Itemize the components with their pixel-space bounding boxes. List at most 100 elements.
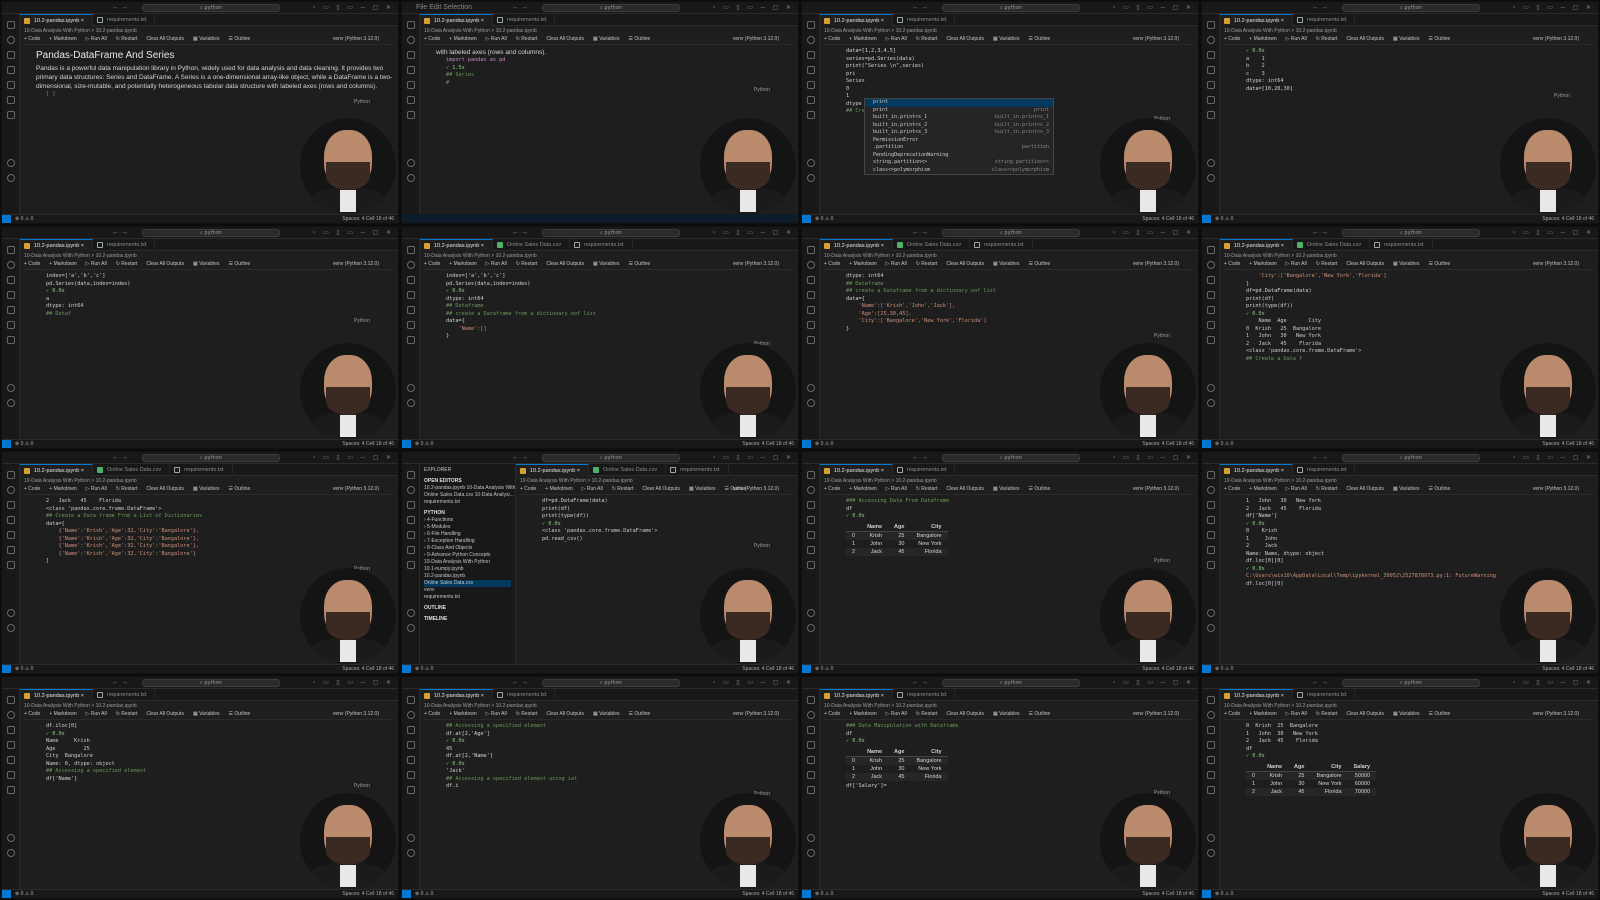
extensions-icon[interactable] [1206, 756, 1215, 764]
status-right[interactable]: Spaces: 4 Cell 18 of 46 [1542, 665, 1594, 673]
add-markdown-cell-button[interactable]: + Markdown [449, 36, 476, 42]
run-all-button[interactable]: ▷ Run All [486, 261, 507, 267]
explorer-icon[interactable] [406, 246, 415, 254]
add-code-cell-button[interactable]: + Code [824, 261, 840, 267]
run-all-button[interactable]: ▷ Run All [86, 711, 107, 717]
tab-requirements[interactable]: requirements.txt [570, 239, 633, 251]
explorer-icon[interactable] [806, 21, 815, 29]
run-debug-icon[interactable] [806, 741, 815, 749]
run-all-button[interactable]: ▷ Run All [486, 36, 507, 42]
code-line[interactable]: df['Salary']= [824, 783, 1194, 791]
variables-button[interactable]: ▦ Variables [593, 261, 620, 267]
settings-gear-icon[interactable] [1206, 174, 1215, 182]
cell-language-label[interactable]: Python [824, 333, 1194, 341]
run-debug-icon[interactable] [6, 741, 15, 749]
run-debug-icon[interactable] [806, 66, 815, 74]
source-control-icon[interactable] [6, 726, 15, 734]
tab-csv[interactable]: Online Sales Data.csv [93, 464, 171, 476]
nav-arrows[interactable]: ← → [1312, 229, 1328, 236]
add-markdown-cell-button[interactable]: + Markdown [1249, 261, 1276, 267]
code-line[interactable]: } [424, 333, 794, 341]
run-all-button[interactable]: ▷ Run All [1286, 261, 1307, 267]
tab-notebook[interactable]: 10.2-pandas.ipynb × [20, 14, 93, 26]
variables-button[interactable]: ▦ Variables [993, 36, 1020, 42]
nav-arrows[interactable]: ← → [512, 229, 528, 236]
command-search-input[interactable]: ⌕ python [1342, 4, 1480, 12]
status-right[interactable]: Spaces: 4 Cell 18 of 46 [742, 665, 794, 673]
code-line[interactable]: index=['a','b','c'] [24, 273, 394, 281]
extensions-icon[interactable] [6, 756, 15, 764]
add-markdown-cell-button[interactable]: + Markdown [1249, 711, 1276, 717]
tab-requirements[interactable]: requirements.txt [93, 689, 156, 701]
restart-kernel-button[interactable]: ↻ Restart [916, 711, 938, 717]
suggestion-item[interactable]: print print [865, 107, 1053, 115]
run-debug-icon[interactable] [1206, 66, 1215, 74]
source-control-icon[interactable] [806, 51, 815, 59]
run-all-button[interactable]: ▷ Run All [886, 261, 907, 267]
extensions-icon[interactable] [6, 81, 15, 89]
command-search-input[interactable]: ⌕ python [942, 454, 1080, 462]
clear-outputs-button[interactable]: Clear All Outputs [546, 261, 584, 267]
outline-button[interactable]: ☰ Outline [1029, 486, 1051, 492]
command-search-input[interactable]: ⌕ python [942, 229, 1080, 237]
remote-indicator[interactable] [802, 215, 811, 223]
explorer-icon[interactable] [806, 696, 815, 704]
file-tree-item[interactable]: › 8-Class And Objects [424, 545, 511, 552]
settings-gear-icon[interactable] [1206, 849, 1215, 857]
testing-icon[interactable] [806, 336, 815, 344]
run-all-button[interactable]: ▷ Run All [86, 36, 107, 42]
variables-button[interactable]: ▦ Variables [193, 486, 220, 492]
code-line[interactable]: df [1224, 746, 1594, 754]
remote-indicator[interactable] [1202, 665, 1211, 673]
file-tree-item[interactable]: 10.2-pandas.ipynb 10-Data Analysis With … [424, 485, 515, 492]
restart-kernel-button[interactable]: ↻ Restart [116, 261, 138, 267]
breadcrumb[interactable]: 10-Data Analysis With Python > 10.2-pand… [1224, 253, 1337, 259]
remote-icon[interactable] [806, 771, 815, 779]
tab-requirements[interactable]: requirements.txt [970, 239, 1033, 251]
variables-button[interactable]: ▦ Variables [593, 711, 620, 717]
extensions-icon[interactable] [806, 306, 815, 314]
tab-notebook[interactable]: 10.2-pandas.ipynb × [820, 14, 893, 26]
extensions-icon[interactable] [1206, 531, 1215, 539]
run-all-button[interactable]: ▷ Run All [86, 486, 107, 492]
clear-outputs-button[interactable]: Clear All Outputs [1346, 486, 1384, 492]
outline-button[interactable]: ☰ Outline [1029, 36, 1051, 42]
tab-csv[interactable]: Online Sales Data.csv [493, 239, 571, 251]
window-controls[interactable]: ▫ ▭ ▯ ▭ ─ ▢ ✕ [313, 4, 394, 11]
suggestion-item[interactable]: string.partition<> string.partition<> [865, 159, 1053, 167]
status-right[interactable]: Spaces: 4 Cell 18 of 46 [1142, 665, 1194, 673]
problems-indicator[interactable]: ⊗ 0 ⚠ 0 [1215, 216, 1233, 222]
add-markdown-cell-button[interactable]: + Markdown [1249, 486, 1276, 492]
problems-indicator[interactable]: ⊗ 0 ⚠ 0 [15, 666, 33, 672]
restart-kernel-button[interactable]: ↻ Restart [916, 36, 938, 42]
problems-indicator[interactable]: ⊗ 0 ⚠ 0 [15, 441, 33, 447]
settings-gear-icon[interactable] [1206, 399, 1215, 407]
suggestion-item[interactable]: PendingDeprecationWarning [865, 152, 1053, 160]
outline-button[interactable]: ☰ Outline [629, 36, 651, 42]
remote-icon[interactable] [406, 321, 415, 329]
nav-arrows[interactable]: ← → [912, 4, 928, 11]
clear-outputs-button[interactable]: Clear All Outputs [1346, 261, 1384, 267]
window-controls[interactable]: ▫ ▭ ▯ ▭ ─ ▢ ✕ [1113, 679, 1194, 686]
command-search-input[interactable]: ⌕ python [142, 4, 280, 12]
search-icon[interactable] [806, 36, 815, 44]
source-control-icon[interactable] [1206, 726, 1215, 734]
suggestion-item[interactable]: .partition partition [865, 144, 1053, 152]
window-controls[interactable]: ▫ ▭ ▯ ▭ ─ ▢ ✕ [713, 229, 794, 236]
remote-icon[interactable] [6, 546, 15, 554]
remote-icon[interactable] [806, 96, 815, 104]
outline-button[interactable]: ☰ Outline [1429, 36, 1451, 42]
code-line[interactable]: data=[ [24, 521, 394, 529]
run-debug-icon[interactable] [6, 66, 15, 74]
nav-arrows[interactable]: ← → [112, 229, 128, 236]
variables-button[interactable]: ▦ Variables [993, 486, 1020, 492]
window-controls[interactable]: ▫ ▭ ▯ ▭ ─ ▢ ✕ [1513, 679, 1594, 686]
add-code-cell-button[interactable]: + Code [24, 711, 40, 717]
command-search-input[interactable]: ⌕ python [542, 454, 680, 462]
command-search-input[interactable]: ⌕ python [542, 679, 680, 687]
clear-outputs-button[interactable]: Clear All Outputs [146, 711, 184, 717]
code-line[interactable]: df['Name'] [1224, 513, 1594, 521]
kernel-picker[interactable]: venv (Python 3.12.0) [1533, 36, 1579, 42]
nav-arrows[interactable]: ← → [112, 454, 128, 461]
status-right[interactable]: Spaces: 4 Cell 18 of 46 [742, 890, 794, 898]
